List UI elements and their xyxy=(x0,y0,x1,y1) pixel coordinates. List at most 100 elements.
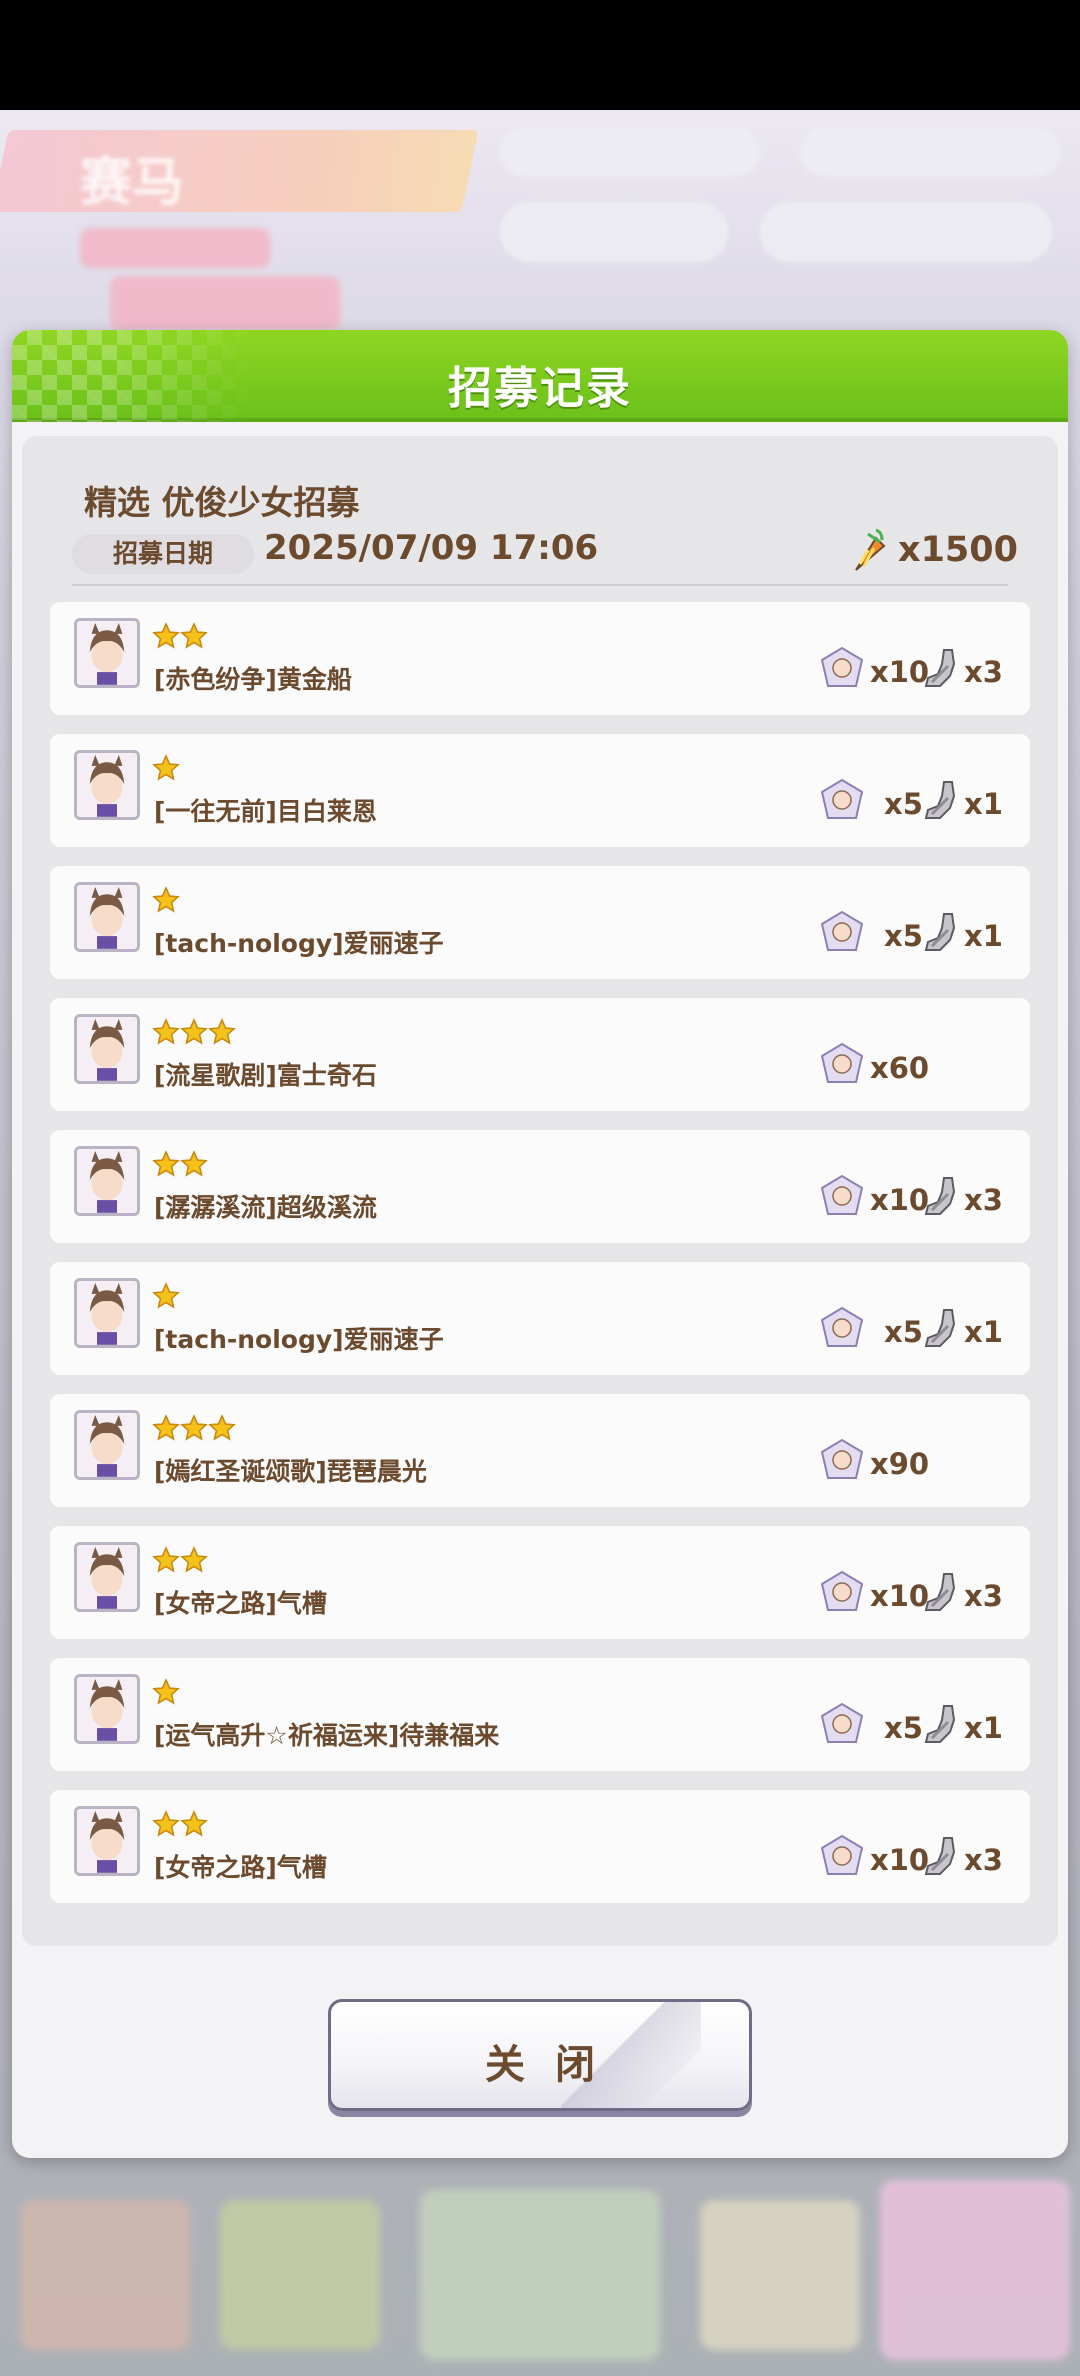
shoe-count: x1 xyxy=(964,1315,1003,1349)
shoe-count: x1 xyxy=(964,1711,1003,1745)
character-name: [tach-nology]爱丽速子 xyxy=(154,1325,444,1354)
rarity-stars xyxy=(152,622,208,650)
rarity-stars xyxy=(152,1018,236,1046)
character-piece-icon xyxy=(820,646,864,690)
record-row[interactable]: [tach-nology]爱丽速子 x5 x1 xyxy=(50,866,1030,979)
star-icon xyxy=(152,1018,180,1045)
character-piece-icon xyxy=(820,1570,864,1614)
character-name: [女帝之路]气槽 xyxy=(154,1589,327,1618)
horseshoe-icon xyxy=(920,910,960,954)
character-name: [女帝之路]气槽 xyxy=(154,1853,327,1882)
rarity-stars xyxy=(152,1810,208,1838)
dialog-title: 招募记录 xyxy=(448,363,632,414)
horseshoe-icon xyxy=(920,1306,960,1350)
date-value: 2025/07/09 17:06 xyxy=(264,528,599,568)
record-list[interactable]: [赤色纷争]黄金船 x10 x3 [一往无前]目白莱恩 x5 x1 [tach-nology… xyxy=(50,602,1030,1922)
character-avatar xyxy=(74,1674,140,1744)
date-label: 招募日期 xyxy=(72,534,254,574)
shoe-count: x3 xyxy=(964,1843,1003,1877)
record-row[interactable]: [赤色纷争]黄金船 x10 x3 xyxy=(50,602,1030,715)
record-row[interactable]: [女帝之路]气槽 x10 x3 xyxy=(50,1526,1030,1639)
record-row[interactable]: [流星歌剧]富士奇石 x60 xyxy=(50,998,1030,1111)
close-button-label: 关闭 xyxy=(485,2042,625,2088)
carrot-icon xyxy=(855,528,886,571)
character-piece-icon xyxy=(820,1834,864,1878)
shoe-count: x3 xyxy=(964,1183,1003,1217)
horseshoe-icon xyxy=(920,1834,960,1878)
character-piece-icon xyxy=(820,1306,864,1350)
rarity-stars xyxy=(152,1546,208,1574)
character-avatar xyxy=(74,1542,140,1612)
character-name: [运气高升☆祈福运来]待兼福来 xyxy=(154,1721,500,1750)
rarity-stars xyxy=(152,1282,180,1310)
character-avatar xyxy=(74,1410,140,1480)
star-icon xyxy=(152,1546,180,1573)
character-name: [潺潺溪流]超级溪流 xyxy=(154,1193,377,1222)
piece-count: x90 xyxy=(870,1447,930,1481)
star-icon xyxy=(152,1810,180,1837)
character-piece-icon xyxy=(820,1438,864,1482)
star-icon xyxy=(180,1018,208,1045)
character-avatar xyxy=(74,1146,140,1216)
character-avatar xyxy=(74,1278,140,1348)
piece-count: x60 xyxy=(870,1051,930,1085)
star-icon xyxy=(180,622,208,649)
rarity-stars xyxy=(152,1678,180,1706)
horseshoe-icon xyxy=(920,646,960,690)
dialog-body[interactable]: 精选 优俊少女招募 招募日期 2025/07/09 17:06 x1500 [赤… xyxy=(22,436,1058,1946)
record-row[interactable]: [嫣红圣诞颂歌]琵琶晨光 x90 xyxy=(50,1394,1030,1507)
horseshoe-icon xyxy=(920,1570,960,1614)
star-icon xyxy=(208,1018,236,1045)
shoe-count: x1 xyxy=(964,787,1003,821)
horseshoe-icon xyxy=(920,778,960,822)
character-name: [流星歌剧]富士奇石 xyxy=(154,1061,377,1090)
star-icon xyxy=(180,1546,208,1573)
star-icon xyxy=(208,1414,236,1441)
character-name: [tach-nology]爱丽速子 xyxy=(154,929,444,958)
star-icon xyxy=(180,1810,208,1837)
star-icon xyxy=(152,1282,180,1309)
cost-value: x1500 xyxy=(898,530,1018,570)
character-name: [赤色纷争]黄金船 xyxy=(154,665,352,694)
star-icon xyxy=(180,1414,208,1441)
shoe-count: x3 xyxy=(964,1579,1003,1613)
character-piece-icon xyxy=(820,1702,864,1746)
piece-count: x5 xyxy=(884,1315,923,1349)
character-name: [一往无前]目白莱恩 xyxy=(154,797,377,826)
piece-count: x5 xyxy=(884,919,923,953)
rarity-stars xyxy=(152,1150,208,1178)
divider xyxy=(72,584,1008,586)
horseshoe-icon xyxy=(920,1702,960,1746)
star-icon xyxy=(152,622,180,649)
shoe-count: x3 xyxy=(964,655,1003,689)
star-icon xyxy=(152,1414,180,1441)
character-piece-icon xyxy=(820,1042,864,1086)
record-row[interactable]: [运气高升☆祈福运来]待兼福来 x5 x1 xyxy=(50,1658,1030,1771)
character-avatar xyxy=(74,882,140,952)
character-name: [嫣红圣诞颂歌]琵琶晨光 xyxy=(154,1457,427,1486)
record-row[interactable]: [tach-nology]爱丽速子 x5 x1 xyxy=(50,1262,1030,1375)
piece-count: x5 xyxy=(884,1711,923,1745)
record-row[interactable]: [潺潺溪流]超级溪流 x10 x3 xyxy=(50,1130,1030,1243)
star-icon xyxy=(152,1678,180,1705)
star-icon xyxy=(152,886,180,913)
rarity-stars xyxy=(152,1414,236,1442)
rarity-stars xyxy=(152,886,180,914)
star-icon xyxy=(180,1150,208,1177)
record-row[interactable]: [女帝之路]气槽 x10 x3 xyxy=(50,1790,1030,1903)
horseshoe-icon xyxy=(920,1174,960,1218)
character-piece-icon xyxy=(820,910,864,954)
status-bar xyxy=(0,0,1080,110)
character-piece-icon xyxy=(820,778,864,822)
character-avatar xyxy=(74,1806,140,1876)
shoe-count: x1 xyxy=(964,919,1003,953)
close-button[interactable]: 关闭 xyxy=(328,1999,752,2111)
banner-name: 精选 优俊少女招募 xyxy=(84,483,360,522)
star-icon xyxy=(152,754,180,781)
dialog-header: 招募记录 xyxy=(12,330,1068,422)
character-avatar xyxy=(74,1014,140,1084)
character-avatar xyxy=(74,750,140,820)
record-row[interactable]: [一往无前]目白莱恩 x5 x1 xyxy=(50,734,1030,847)
character-avatar xyxy=(74,618,140,688)
rarity-stars xyxy=(152,754,180,782)
